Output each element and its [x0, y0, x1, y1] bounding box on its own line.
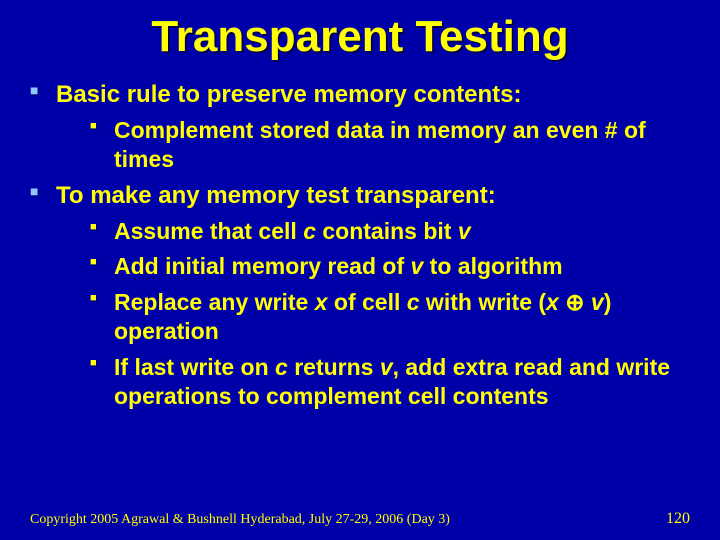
bullet-list: Basic rule to preserve memory contents: …: [30, 80, 690, 412]
page-number: 120: [666, 510, 690, 528]
sub-text: Add initial memory read of v to algorith…: [114, 252, 690, 281]
sub-text: Replace any write x of cell c with write…: [114, 288, 690, 347]
slide: Transparent Testing Basic rule to preser…: [0, 0, 720, 540]
sub-list: Complement stored data in memory an even…: [56, 116, 690, 175]
bullet-text: To make any memory test transparent:: [56, 181, 690, 211]
sub-list: Assume that cell c contains bit v Add in…: [56, 217, 690, 412]
sub-text: Complement stored data in memory an even…: [114, 116, 690, 175]
sub-item: Complement stored data in memory an even…: [90, 116, 690, 175]
footer-text: Copyright 2005 Agrawal & Bushnell Hydera…: [30, 512, 450, 528]
bullet-text: Basic rule to preserve memory contents:: [56, 80, 690, 110]
sub-item: Add initial memory read of v to algorith…: [90, 252, 690, 281]
sub-item: Replace any write x of cell c with write…: [90, 288, 690, 347]
bullet-item: To make any memory test transparent: Ass…: [30, 181, 690, 412]
sub-item: Assume that cell c contains bit v: [90, 217, 690, 246]
slide-title: Transparent Testing: [30, 12, 690, 62]
sub-text: Assume that cell c contains bit v: [114, 217, 690, 246]
bullet-item: Basic rule to preserve memory contents: …: [30, 80, 690, 175]
sub-item: If last write on c returns v, add extra …: [90, 353, 690, 412]
sub-text: If last write on c returns v, add extra …: [114, 353, 690, 412]
